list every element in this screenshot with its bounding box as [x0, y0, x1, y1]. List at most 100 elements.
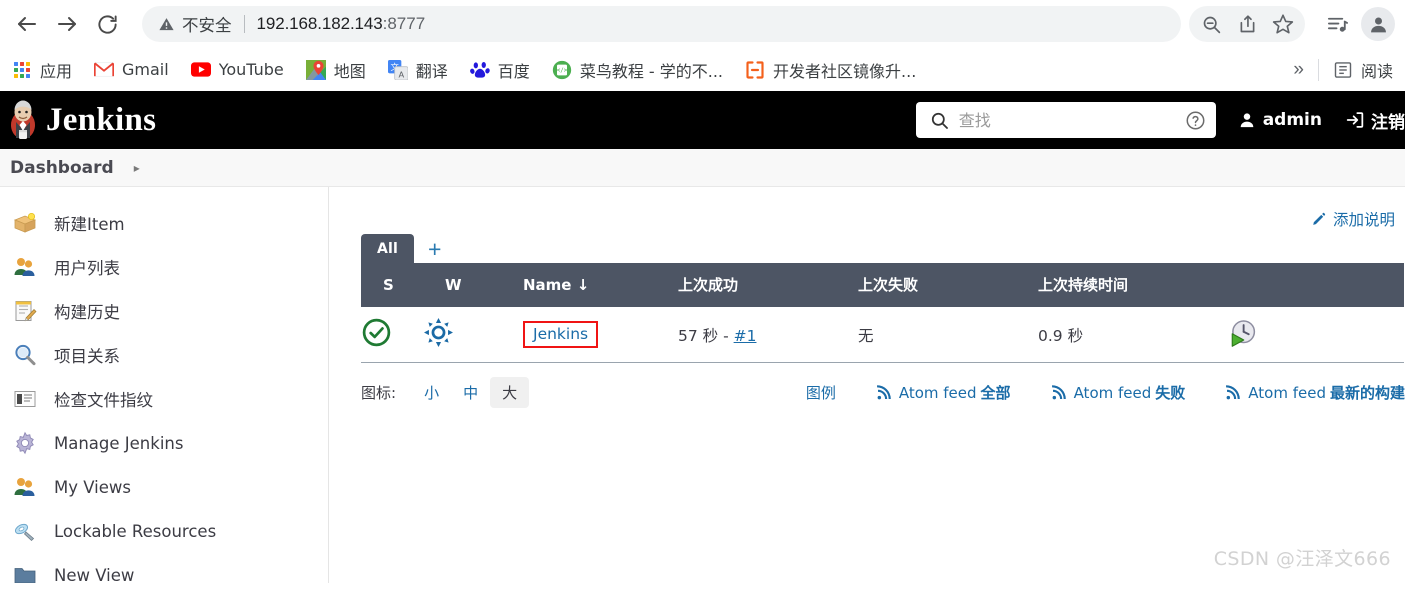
user-name: admin — [1262, 110, 1322, 130]
success-icon[interactable] — [361, 318, 392, 352]
bookmark-baidu[interactable]: 百度 — [469, 58, 530, 82]
share-icon[interactable] — [1229, 7, 1265, 41]
search-icon — [930, 111, 949, 130]
media-playlist-icon[interactable] — [1319, 7, 1355, 41]
sidebar-item-label: New View — [54, 565, 135, 584]
icon-size-small[interactable]: 小 — [412, 377, 451, 408]
bookmark-label: 百度 — [497, 61, 530, 81]
bookmark-gmail[interactable]: Gmail — [94, 60, 169, 80]
logout-label: 注销 — [1371, 112, 1405, 133]
lock-resource-icon — [12, 518, 38, 544]
svg-text:A: A — [398, 69, 404, 79]
bookmark-label: 应用 — [40, 61, 73, 81]
sidebar-item-fingerprint-check[interactable]: 检查文件指纹 — [0, 377, 328, 421]
logout-button[interactable]: 注销 — [1344, 108, 1405, 133]
sidebar-item-label: 构建历史 — [54, 303, 120, 322]
bookmark-label: 翻译 — [415, 61, 448, 81]
gear-icon — [12, 430, 38, 456]
project-relationship-icon — [12, 342, 38, 368]
cell-status — [361, 307, 423, 363]
atom-feed-suffix: 失败 — [1155, 384, 1186, 402]
jenkins-header-actions: admin 注销 — [915, 102, 1405, 138]
user-menu[interactable]: admin — [1238, 110, 1322, 130]
icon-size-label: 图标: — [361, 384, 397, 402]
sidebar-item-new-view[interactable]: New View — [0, 553, 328, 583]
atom-feed-failed[interactable]: Atom feed 失败 — [1051, 382, 1186, 403]
bookmarks-overflow-button[interactable]: » — [1279, 59, 1318, 81]
sidebar-item-label: Manage Jenkins — [54, 433, 184, 453]
atom-feed-latest[interactable]: Atom feed 最新的构建 — [1225, 382, 1405, 403]
cell-job-name: Jenkins — [523, 307, 678, 363]
bookmark-translate[interactable]: 文A 翻译 — [387, 58, 448, 82]
reading-list-label: 阅读 — [1360, 61, 1393, 81]
sidebar-item-manage-jenkins[interactable]: Manage Jenkins — [0, 421, 328, 465]
column-header-actions — [1228, 263, 1404, 307]
column-header-last-duration[interactable]: 上次持续时间 — [1038, 263, 1228, 307]
bookmark-runoob[interactable]: </> 菜鸟教程 - 学的不... — [552, 58, 723, 82]
sidebar-item-project-relationship[interactable]: 项目关系 — [0, 333, 328, 377]
chevron-right-icon[interactable]: ▸ — [134, 161, 140, 175]
baidu-icon — [469, 60, 490, 80]
column-header-last-success[interactable]: 上次成功 — [678, 263, 858, 307]
profile-avatar-icon[interactable] — [1361, 7, 1395, 41]
icon-size-large[interactable]: 大 — [490, 377, 530, 408]
bookmark-apps[interactable]: 应用 — [12, 58, 72, 82]
search-input[interactable] — [958, 110, 1185, 130]
add-view-button[interactable]: + — [414, 238, 453, 263]
google-translate-icon: 文A — [387, 59, 408, 80]
cell-last-duration: 0.9 秒 — [1038, 307, 1228, 363]
sidebar-item-lockable-resources[interactable]: Lockable Resources — [0, 509, 328, 553]
table-footer: 图标: 小 中 大 图例 Atom feed 全部 Atom feed 失败 A… — [361, 363, 1405, 408]
star-icon[interactable] — [1265, 7, 1301, 41]
help-circle-icon[interactable] — [1185, 110, 1206, 131]
people-icon — [12, 254, 38, 280]
atom-feed-prefix: Atom feed — [1073, 383, 1152, 402]
reading-list-button[interactable]: 阅读 — [1333, 58, 1393, 82]
legend-link[interactable]: 图例 — [806, 382, 836, 403]
icon-size-medium[interactable]: 中 — [451, 377, 490, 408]
atom-feed-prefix: Atom feed — [898, 383, 977, 402]
search-box[interactable] — [915, 102, 1216, 138]
tab-all[interactable]: All — [361, 234, 415, 263]
zoom-out-icon[interactable] — [1193, 7, 1229, 41]
sidebar: 新建Item 用户列表 构建历史 项目关系 检查文件指纹 Manage Jenk… — [0, 187, 329, 583]
folder-icon — [12, 562, 38, 583]
add-description-button[interactable]: 添加说明 — [1311, 205, 1395, 233]
column-header-weather[interactable]: W — [423, 263, 523, 307]
browser-navigation-bar: 不安全 192.168.182.143:8777 — [0, 0, 1405, 48]
sidebar-item-my-views[interactable]: My Views — [0, 465, 328, 509]
views-panel: All + S W Name ↓ 上次成功 上次失败 上次持续时间 Jenkin… — [329, 233, 1405, 408]
bookmark-maps[interactable]: 地图 — [305, 58, 366, 82]
reading-list-icon — [1333, 60, 1353, 80]
gmail-icon — [94, 60, 115, 80]
forward-button[interactable] — [50, 7, 84, 41]
sunny-icon[interactable] — [423, 318, 454, 352]
omnibox-actions — [1189, 6, 1305, 42]
url-port: :8777 — [382, 14, 426, 33]
apps-grid-icon — [12, 60, 32, 80]
last-success-build-link[interactable]: #1 — [734, 327, 757, 345]
column-header-status[interactable]: S — [361, 263, 423, 307]
table-header-row: S W Name ↓ 上次成功 上次失败 上次持续时间 — [361, 263, 1404, 307]
sidebar-item-new-item[interactable]: 新建Item — [0, 201, 328, 245]
atom-feeds: Atom feed 全部 Atom feed 失败 Atom feed 最新的构… — [836, 382, 1405, 403]
breadcrumb-item-dashboard[interactable]: Dashboard — [10, 158, 114, 178]
rss-icon — [1225, 384, 1241, 401]
rss-icon — [876, 384, 892, 401]
job-link-jenkins[interactable]: Jenkins — [533, 325, 588, 343]
bookmark-label: Gmail — [122, 60, 169, 79]
sidebar-item-build-history[interactable]: 构建历史 — [0, 289, 328, 333]
bookmark-devcommunity[interactable]: 开发者社区镜像升... — [745, 58, 916, 82]
column-header-last-failure[interactable]: 上次失败 — [858, 263, 1038, 307]
not-secure-warning-icon — [158, 16, 175, 33]
address-bar[interactable]: 不安全 192.168.182.143:8777 — [142, 6, 1181, 42]
column-header-name[interactable]: Name ↓ — [523, 263, 678, 307]
back-button[interactable] — [10, 7, 44, 41]
sidebar-item-users[interactable]: 用户列表 — [0, 245, 328, 289]
schedule-build-icon[interactable] — [1228, 319, 1258, 352]
jenkins-logo-link[interactable]: Jenkins — [6, 100, 156, 140]
bookmark-label: 地图 — [333, 61, 366, 81]
bookmark-youtube[interactable]: YouTube — [190, 60, 284, 80]
atom-feed-all[interactable]: Atom feed 全部 — [876, 382, 1011, 403]
reload-button[interactable] — [90, 7, 124, 41]
